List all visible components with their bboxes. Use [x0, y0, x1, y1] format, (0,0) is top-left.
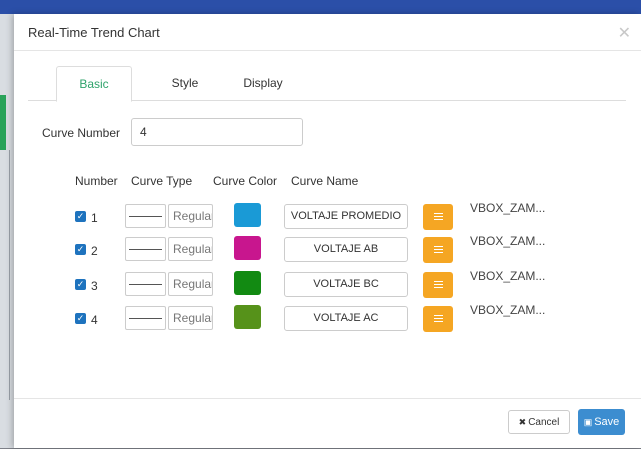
hamburger-icon — [434, 287, 443, 288]
tab-display[interactable]: Display — [228, 66, 298, 100]
hamburger-icon — [434, 216, 443, 217]
tab-basic[interactable]: Basic — [56, 66, 132, 102]
curve-number: 3 — [91, 279, 98, 293]
curve-menu-button[interactable] — [423, 204, 453, 230]
curve-checkbox[interactable]: ✓ — [75, 211, 86, 222]
background-line — [9, 150, 10, 400]
curve-color-swatch[interactable] — [234, 203, 261, 227]
hamburger-icon — [434, 219, 443, 220]
curve-row: ✓ 4 Regular VOLTAJE AC VBOX_ZAM... — [14, 303, 641, 334]
curve-name-input[interactable]: VOLTAJE AB — [284, 237, 408, 262]
line-style-preview — [129, 249, 162, 250]
curve-number: 4 — [91, 313, 98, 327]
line-style-preview — [129, 318, 162, 319]
curve-color-swatch[interactable] — [234, 236, 261, 260]
trend-chart-dialog: Real-Time Trend Chart ✕ Basic Style Disp… — [14, 14, 641, 448]
tab-style[interactable]: Style — [152, 66, 218, 100]
curve-checkbox[interactable]: ✓ — [75, 313, 86, 324]
tab-bar: Basic Style Display — [28, 66, 626, 102]
curve-color-swatch[interactable] — [234, 271, 261, 295]
background-accent — [0, 95, 6, 150]
line-style-preview — [129, 284, 162, 285]
curve-checkbox[interactable]: ✓ — [75, 279, 86, 290]
hamburger-icon — [434, 213, 443, 214]
line-style-select[interactable] — [125, 237, 166, 261]
curve-type-select[interactable]: Regular — [168, 272, 213, 296]
dialog-header: Real-Time Trend Chart ✕ — [14, 14, 641, 51]
cancel-button[interactable]: ✖ Cancel — [508, 410, 570, 434]
header-curve-name: Curve Name — [291, 174, 359, 188]
header-number: Number — [75, 174, 118, 188]
floppy-icon: ▣ — [583, 417, 593, 427]
hamburger-icon — [434, 315, 443, 316]
save-label: Save — [594, 416, 620, 428]
curve-row: ✓ 1 Regular VOLTAJE PROMEDIO VBOX_ZAM... — [14, 201, 641, 232]
line-style-select[interactable] — [125, 306, 166, 330]
cancel-label: Cancel — [528, 417, 560, 428]
curve-name-input[interactable]: VOLTAJE BC — [284, 272, 408, 297]
hamburger-icon — [434, 284, 443, 285]
x-icon: ✖ — [518, 417, 527, 427]
curve-number-input[interactable] — [131, 118, 303, 146]
curve-menu-button[interactable] — [423, 272, 453, 298]
curve-number-label: Curve Number — [42, 126, 121, 140]
curve-checkbox[interactable]: ✓ — [75, 244, 86, 255]
curve-number: 2 — [91, 244, 98, 258]
background-window-bar — [0, 0, 641, 14]
hamburger-icon — [434, 321, 443, 322]
hamburger-icon — [434, 252, 443, 253]
line-style-select[interactable] — [125, 204, 166, 228]
curve-source: VBOX_ZAM... — [470, 234, 546, 248]
curve-menu-button[interactable] — [423, 306, 453, 332]
curve-menu-button[interactable] — [423, 237, 453, 263]
hamburger-icon — [434, 246, 443, 247]
curve-number: 1 — [91, 211, 98, 225]
curve-name-input[interactable]: VOLTAJE PROMEDIO — [284, 204, 408, 229]
curve-row: ✓ 2 Regular VOLTAJE AB VBOX_ZAM... — [14, 234, 641, 265]
curve-row: ✓ 3 Regular VOLTAJE BC VBOX_ZAM... — [14, 269, 641, 300]
curve-type-select[interactable]: Regular — [168, 204, 213, 228]
line-style-preview — [129, 216, 162, 217]
header-curve-type: Curve Type — [131, 174, 193, 188]
curve-source: VBOX_ZAM... — [470, 303, 546, 317]
curve-name-input[interactable]: VOLTAJE AC — [284, 306, 408, 331]
save-button[interactable]: ▣ Save — [578, 409, 625, 435]
dialog-footer: ✖ Cancel ▣ Save — [14, 398, 641, 449]
curve-color-swatch[interactable] — [234, 305, 261, 329]
hamburger-icon — [434, 249, 443, 250]
close-icon[interactable]: ✕ — [618, 23, 631, 43]
hamburger-icon — [434, 281, 443, 282]
curve-type-select[interactable]: Regular — [168, 306, 213, 330]
header-curve-color: Curve Color — [213, 174, 278, 188]
background-panel — [0, 14, 14, 448]
line-style-select[interactable] — [125, 272, 166, 296]
hamburger-icon — [434, 318, 443, 319]
curve-type-select[interactable]: Regular — [168, 237, 213, 261]
dialog-title: Real-Time Trend Chart — [28, 25, 160, 40]
curve-source: VBOX_ZAM... — [470, 201, 546, 215]
curve-source: VBOX_ZAM... — [470, 269, 546, 283]
